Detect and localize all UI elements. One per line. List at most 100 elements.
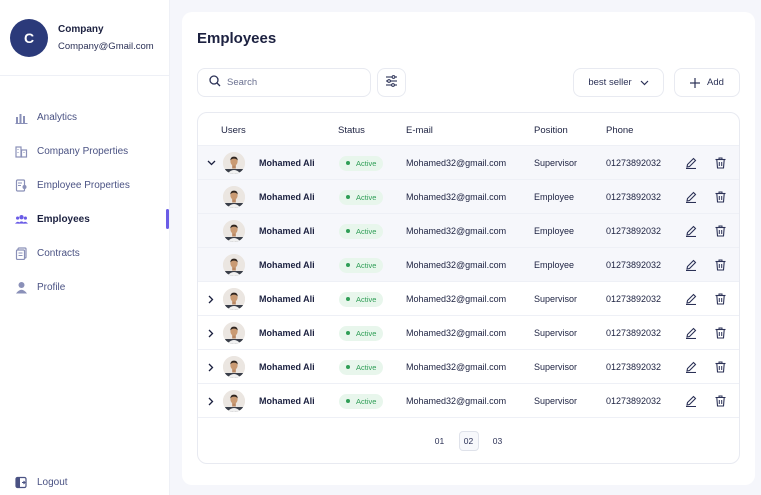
user-photo <box>223 186 245 208</box>
avatar <box>223 214 245 248</box>
user-photo <box>223 356 245 378</box>
table-row[interactable]: Mohamed Ali Active Mohamed32@gmail.com S… <box>198 350 739 384</box>
user-photo <box>223 220 245 242</box>
logout-button[interactable]: Logout <box>15 476 68 489</box>
edit-button[interactable] <box>684 316 698 350</box>
sort-dropdown[interactable]: best seller <box>573 68 664 97</box>
delete-button[interactable] <box>713 180 727 214</box>
chevron-right-icon <box>208 295 214 303</box>
table-row[interactable]: Mohamed Ali Active Mohamed32@gmail.com E… <box>198 248 739 282</box>
users-group-icon <box>15 213 28 226</box>
add-label: Add <box>707 77 724 88</box>
search-input[interactable] <box>227 77 357 88</box>
avatar <box>223 282 245 316</box>
sidebar-item-company-properties[interactable]: Company Properties <box>0 134 169 168</box>
sort-selected-value: best seller <box>588 77 632 88</box>
header-phone[interactable]: Phone <box>606 125 633 136</box>
header-position[interactable]: Position <box>534 125 568 136</box>
table-row[interactable]: Mohamed Ali Active Mohamed32@gmail.com S… <box>198 316 739 350</box>
sidebar-item-profile[interactable]: Profile <box>0 270 169 304</box>
delete-button[interactable] <box>713 350 727 384</box>
position-cell: Employee <box>534 260 575 270</box>
trash-icon <box>715 191 725 203</box>
expand-toggle[interactable] <box>204 282 218 316</box>
user-photo <box>223 390 245 412</box>
page-title: Employees <box>197 30 277 47</box>
expand-toggle[interactable] <box>204 316 218 350</box>
company-profile[interactable]: C Company Company@Gmail.com <box>0 0 169 76</box>
user-photo <box>223 322 245 344</box>
status-text: Active <box>356 396 377 406</box>
email-cell: Mohamed32@gmail.com <box>406 396 507 406</box>
delete-button[interactable] <box>713 316 727 350</box>
page-button[interactable]: 03 <box>488 431 508 451</box>
page-button-current[interactable]: 02 <box>458 431 479 451</box>
edit-button[interactable] <box>684 350 698 384</box>
sidebar-item-employees[interactable]: Employees <box>0 202 169 236</box>
edit-button[interactable] <box>684 214 698 248</box>
table-body: Mohamed Ali Active Mohamed32@gmail.com S… <box>198 146 739 418</box>
sliders-icon <box>385 74 398 92</box>
document-user-icon <box>15 178 28 192</box>
email-cell: Mohamed32@gmail.com <box>406 328 507 338</box>
status-text: Active <box>356 294 377 304</box>
edit-button[interactable] <box>684 384 698 418</box>
pencil-icon <box>686 361 697 373</box>
page-button[interactable]: 01 <box>430 431 450 451</box>
expand-toggle[interactable] <box>204 350 218 384</box>
edit-button[interactable] <box>684 248 698 282</box>
delete-button[interactable] <box>713 384 727 418</box>
email-cell: Mohamed32@gmail.com <box>406 226 507 236</box>
table-row[interactable]: Mohamed Ali Active Mohamed32@gmail.com S… <box>198 384 739 418</box>
edit-button[interactable] <box>684 282 698 316</box>
phone-cell: 01273892032 <box>606 362 662 372</box>
trash-icon <box>715 327 725 339</box>
delete-button[interactable] <box>713 248 727 282</box>
sidebar-item-label: Contracts <box>37 247 80 259</box>
user-photo <box>223 254 245 276</box>
sidebar-item-label: Analytics <box>37 111 78 123</box>
add-button[interactable]: Add <box>674 68 740 97</box>
sidebar-item-label: Profile <box>37 281 66 293</box>
user-name: Mohamed Ali <box>259 192 315 202</box>
edit-button[interactable] <box>684 180 698 214</box>
filter-button[interactable] <box>377 68 406 97</box>
expand-toggle[interactable] <box>204 384 218 418</box>
search-box[interactable] <box>197 68 371 97</box>
delete-button[interactable] <box>713 282 727 316</box>
delete-button[interactable] <box>713 214 727 248</box>
header-email[interactable]: E-mail <box>406 125 433 136</box>
header-users[interactable]: Users <box>221 125 246 136</box>
sidebar-item-contracts[interactable]: Contracts <box>0 236 169 270</box>
position-cell: Supervisor <box>534 362 578 372</box>
sidebar-item-label: Employees <box>37 213 90 225</box>
status-text: Active <box>356 192 377 202</box>
sidebar-item-employee-properties[interactable]: Employee Properties <box>0 168 169 202</box>
header-status[interactable]: Status <box>338 125 365 136</box>
table-row[interactable]: Mohamed Ali Active Mohamed32@gmail.com E… <box>198 214 739 248</box>
sidebar-item-analytics[interactable]: Analytics <box>0 100 169 134</box>
table-row[interactable]: Mohamed Ali Active Mohamed32@gmail.com S… <box>198 282 739 316</box>
expand-toggle[interactable] <box>204 146 218 180</box>
pencil-icon <box>686 157 697 169</box>
phone-cell: 01273892032 <box>606 328 662 338</box>
user-name: Mohamed Ali <box>259 396 315 406</box>
table-row[interactable]: Mohamed Ali Active Mohamed32@gmail.com E… <box>198 180 739 214</box>
user-name: Mohamed Ali <box>259 158 315 168</box>
edit-button[interactable] <box>684 146 698 180</box>
status-dot-icon <box>346 297 350 301</box>
phone-cell: 01273892032 <box>606 294 662 304</box>
table-row[interactable]: Mohamed Ali Active Mohamed32@gmail.com S… <box>198 146 739 180</box>
sidebar-nav: Analytics Company Properties Employee Pr… <box>0 100 169 304</box>
status-badge: Active <box>339 291 384 307</box>
status-badge: Active <box>339 359 384 375</box>
status-cell: Active <box>339 316 384 350</box>
employees-table: Users Status E-mail Position Phone Moham… <box>197 112 740 464</box>
expand-toggle <box>204 248 218 282</box>
trash-icon <box>715 293 725 305</box>
user-icon <box>15 281 28 294</box>
pencil-icon <box>686 327 697 339</box>
chevron-right-icon <box>208 397 214 405</box>
delete-button[interactable] <box>713 146 727 180</box>
status-dot-icon <box>346 365 350 369</box>
